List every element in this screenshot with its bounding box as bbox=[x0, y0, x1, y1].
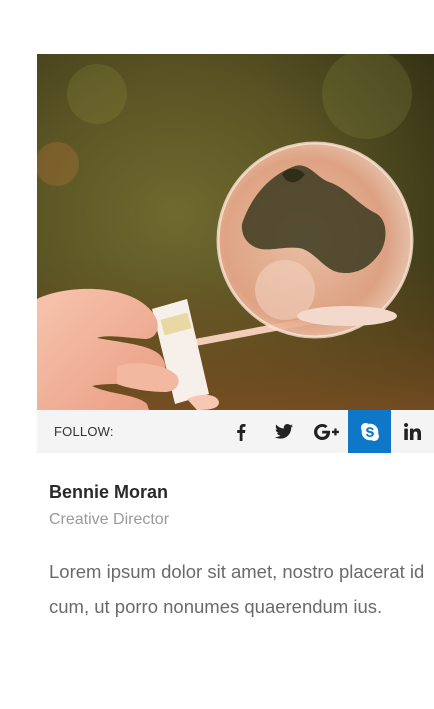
member-role: Creative Director bbox=[49, 511, 170, 528]
member-bio: Lorem ipsum dolor sit amet, nostro place… bbox=[49, 561, 425, 617]
google-plus-button[interactable] bbox=[305, 410, 348, 453]
skype-button[interactable] bbox=[348, 410, 391, 453]
linkedin-icon bbox=[404, 423, 421, 440]
skype-icon bbox=[360, 422, 379, 441]
profile-photo bbox=[37, 54, 434, 410]
profile-details: Bennie Moran Creative Director Lorem ips… bbox=[37, 453, 434, 624]
follow-bar: FOLLOW: bbox=[37, 410, 434, 453]
follow-label: FOLLOW: bbox=[54, 424, 114, 439]
facebook-button[interactable] bbox=[219, 410, 262, 453]
facebook-icon bbox=[236, 423, 245, 441]
member-name: Bennie Moran bbox=[49, 482, 169, 502]
google-plus-icon bbox=[313, 423, 339, 440]
twitter-icon bbox=[274, 424, 293, 439]
social-links bbox=[219, 410, 434, 453]
twitter-button[interactable] bbox=[262, 410, 305, 453]
team-member-card: FOLLOW: Bennie Moran Creative Director L… bbox=[37, 54, 434, 624]
linkedin-button[interactable] bbox=[391, 410, 434, 453]
